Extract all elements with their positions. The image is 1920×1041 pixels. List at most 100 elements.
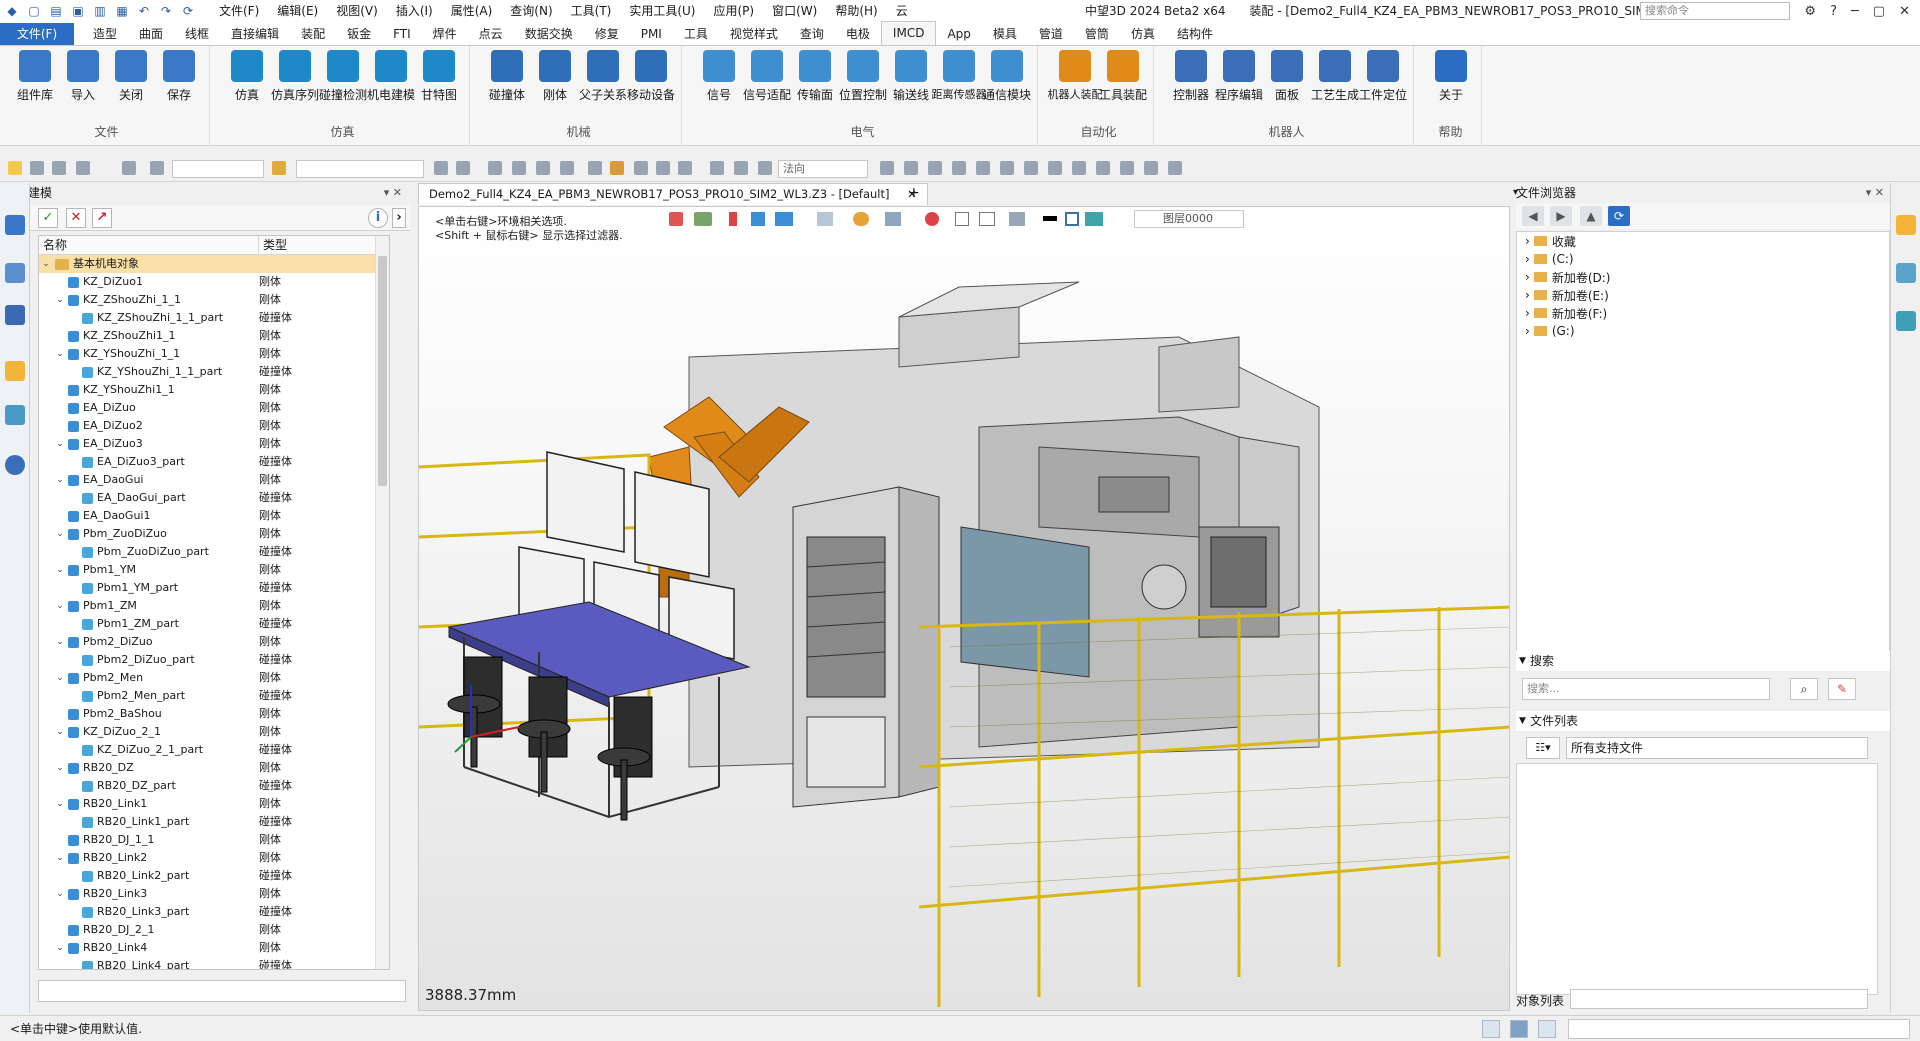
ribbon-tab-20[interactable]: 管道 — [1028, 23, 1074, 45]
ribbon-button-3-5[interactable]: 距离传感器 — [932, 50, 987, 102]
status-input[interactable] — [1568, 1019, 1910, 1039]
tree-row[interactable]: EA_DaoGui1 刚体 — [39, 507, 389, 525]
save-as-icon[interactable]: ▥ — [92, 3, 108, 19]
tangent-icon[interactable] — [1096, 161, 1110, 175]
redo-icon[interactable]: ↷ — [158, 3, 174, 19]
folder-row[interactable]: › 收藏 — [1517, 232, 1889, 250]
expand-toggle-icon[interactable]: ⌄ — [55, 435, 65, 453]
ribbon-tab-10[interactable]: 数据交换 — [514, 23, 584, 45]
snap-icon[interactable] — [536, 161, 550, 175]
new-file-icon[interactable]: ▢ — [26, 3, 42, 19]
ribbon-button-3-4[interactable]: 输送线 — [887, 50, 935, 103]
menu-item-5[interactable]: 查询(N) — [501, 0, 561, 22]
file-search-input[interactable]: 搜索... — [1522, 678, 1770, 700]
cloud2-icon[interactable] — [1168, 161, 1182, 175]
tree-row[interactable]: ⌄ EA_DiZuo3 刚体 — [39, 435, 389, 453]
ribbon-button-4-1[interactable]: 工具装配 — [1099, 50, 1147, 103]
tree-row[interactable]: RB20_Link3_part 碰撞体 — [39, 903, 389, 921]
menu-item-4[interactable]: 属性(A) — [442, 0, 502, 22]
tree-row[interactable]: KZ_YShouZhi1_1 刚体 — [39, 381, 389, 399]
cursor-icon[interactable] — [588, 161, 602, 175]
file-type-filter[interactable]: 所有支持文件 — [1566, 737, 1868, 759]
ribbon-tab-4[interactable]: 直接编辑 — [220, 23, 290, 45]
tree-row[interactable]: Pbm2_DiZuo_part 碰撞体 — [39, 651, 389, 669]
expand-arrow-icon[interactable]: › — [1525, 252, 1530, 266]
tree-row[interactable]: Pbm1_YM_part 碰撞体 — [39, 579, 389, 597]
filter-icon[interactable] — [30, 161, 44, 175]
image-icon[interactable] — [656, 161, 670, 175]
tree-row[interactable]: RB20_DJ_2_1 刚体 — [39, 921, 389, 939]
expand-toggle-icon[interactable]: ⌄ — [55, 939, 65, 957]
tree-row[interactable]: ⌄ RB20_Link1 刚体 — [39, 795, 389, 813]
arc-icon[interactable] — [1048, 161, 1062, 175]
ribbon-button-3-1[interactable]: 信号适配 — [743, 50, 791, 103]
add-icon[interactable] — [76, 161, 90, 175]
panel-close-icon[interactable]: ▾ ✕ — [1866, 186, 1884, 199]
tree-row[interactable]: EA_DiZuo2 刚体 — [39, 417, 389, 435]
ribbon-button-3-2[interactable]: 传输面 — [791, 50, 839, 103]
tree-row[interactable]: KZ_DiZuo1 刚体 — [39, 273, 389, 291]
ribbon-button-3-0[interactable]: 信号 — [695, 50, 743, 103]
refresh-icon[interactable] — [734, 161, 748, 175]
ribbon-tab-1[interactable]: 造型 — [82, 23, 128, 45]
tree-row[interactable]: Pbm2_BaShou 刚体 — [39, 705, 389, 723]
expand-toggle-icon[interactable]: ⌄ — [55, 849, 65, 867]
ribbon-tab-6[interactable]: 钣金 — [336, 23, 382, 45]
tree-folder[interactable]: ⌄ 基本机电对象 — [39, 255, 389, 273]
network-icon[interactable] — [5, 305, 25, 325]
pan-icon[interactable] — [952, 161, 966, 175]
tree-scrollbar[interactable] — [375, 236, 389, 969]
tree-row[interactable]: Pbm2_Men_part 碰撞体 — [39, 687, 389, 705]
confirm-icon[interactable]: ✓ — [38, 208, 58, 228]
expand-toggle-icon[interactable]: ⌄ — [55, 291, 65, 309]
expand-toggle-icon[interactable]: ⌄ — [55, 795, 65, 813]
align-icon[interactable] — [488, 161, 502, 175]
expand-toggle-icon[interactable]: ⌄ — [55, 345, 65, 363]
ribbon-tab-8[interactable]: 焊件 — [422, 23, 468, 45]
circle-icon[interactable] — [1000, 161, 1014, 175]
menu-item-6[interactable]: 工具(T) — [562, 0, 621, 22]
tree-row[interactable]: ⌄ Pbm1_ZM 刚体 — [39, 597, 389, 615]
folder-row[interactable]: › (C:) — [1517, 250, 1889, 268]
ribbon-tab-11[interactable]: 修复 — [584, 23, 630, 45]
view-mode-icon[interactable]: ☷▾ — [1526, 737, 1560, 759]
ribbon-tab-17[interactable]: IMCD — [880, 21, 937, 45]
ribbon-tab-0[interactable]: 文件(F) — [0, 23, 74, 45]
document-tab[interactable]: Demo2_Full4_KZ4_EA_PBM3_NEWROB17_POS3_PR… — [418, 183, 928, 205]
menu-item-1[interactable]: 编辑(E) — [268, 0, 327, 22]
command-search-input[interactable]: 搜索命令 — [1640, 2, 1790, 20]
menu-item-9[interactable]: 窗口(W) — [763, 0, 826, 22]
column-header-type[interactable]: 类型 — [259, 236, 287, 254]
ribbon-tab-21[interactable]: 管筒 — [1074, 23, 1120, 45]
tree-row[interactable]: ⌄ RB20_DZ 刚体 — [39, 759, 389, 777]
ribbon-button-2-0[interactable]: 碰撞体 — [483, 50, 531, 103]
ribbon-button-5-2[interactable]: 面板 — [1263, 50, 1311, 103]
ribbon-button-0-3[interactable]: 保存 — [155, 50, 203, 103]
ribbon-button-0-0[interactable]: 组件库 — [11, 50, 59, 103]
ribbon-button-2-1[interactable]: 刚体 — [531, 50, 579, 103]
measure-icon[interactable] — [560, 161, 574, 175]
column-header-name[interactable]: 名称 — [39, 236, 259, 254]
expand-toggle-icon[interactable]: ⌄ — [55, 561, 65, 579]
image-library-icon[interactable] — [5, 405, 25, 425]
search-section-header[interactable]: ▼ 搜索 — [1516, 651, 1890, 671]
text-icon[interactable] — [512, 161, 526, 175]
box-icon[interactable] — [610, 161, 624, 175]
ribbon-button-3-3[interactable]: 位置控制 — [839, 50, 887, 103]
tree-row[interactable]: EA_DiZuo3_part 碰撞体 — [39, 453, 389, 471]
user-icon[interactable] — [5, 455, 25, 475]
tree-row[interactable]: ⌄ Pbm2_DiZuo 刚体 — [39, 633, 389, 651]
filter-combo[interactable] — [172, 160, 264, 178]
ribbon-button-1-4[interactable]: 甘特图 — [415, 50, 463, 103]
box-library-icon[interactable] — [5, 361, 25, 381]
folder-row[interactable]: › 新加卷(F:) — [1517, 304, 1889, 322]
status-list-icon[interactable] — [1538, 1020, 1556, 1038]
expand-toggle-icon[interactable]: ⌄ — [55, 597, 65, 615]
tree-row[interactable]: KZ_ZShouZhi1_1 刚体 — [39, 327, 389, 345]
ribbon-tab-12[interactable]: PMI — [630, 23, 673, 45]
regen-icon[interactable]: ⟳ — [180, 3, 196, 19]
info-icon[interactable]: i — [368, 208, 388, 228]
cancel-icon[interactable]: ✕ — [66, 208, 86, 228]
ribbon-tab-22[interactable]: 仿真 — [1120, 23, 1166, 45]
tree-row[interactable]: EA_DaoGui_part 碰撞体 — [39, 489, 389, 507]
